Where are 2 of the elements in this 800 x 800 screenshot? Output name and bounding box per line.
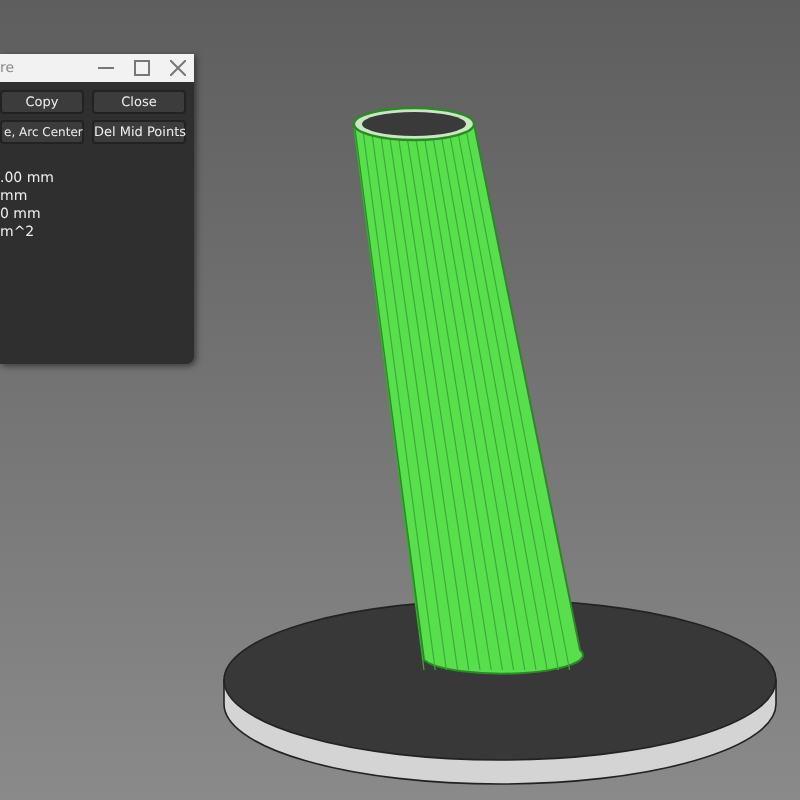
close-icon[interactable] bbox=[170, 60, 186, 76]
maximize-icon[interactable] bbox=[134, 60, 150, 76]
